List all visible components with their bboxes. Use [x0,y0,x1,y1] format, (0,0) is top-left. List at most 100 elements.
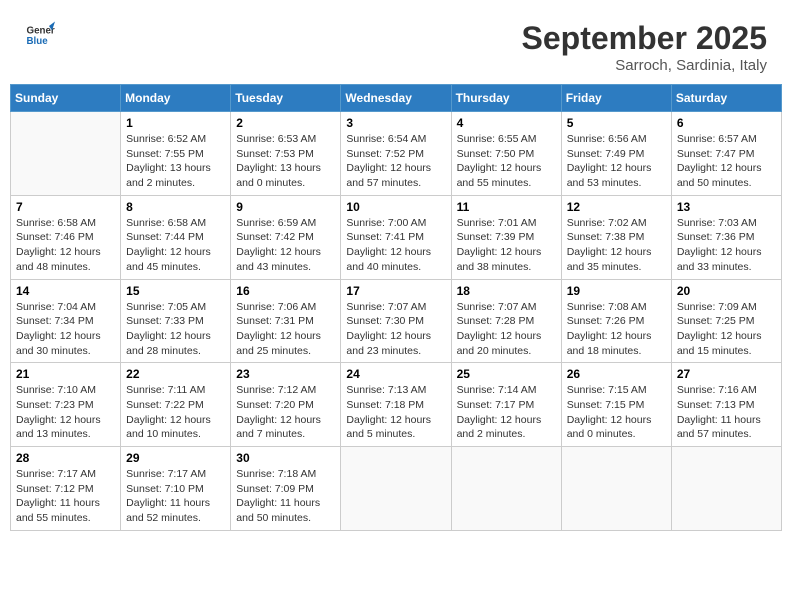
calendar-cell [11,112,121,196]
calendar-cell: 6 Sunrise: 6:57 AM Sunset: 7:47 PM Daylig… [671,112,781,196]
day-number: 10 [346,200,445,214]
calendar-cell: 28 Sunrise: 7:17 AM Sunset: 7:12 PM Dayli… [11,447,121,531]
day-number: 20 [677,284,776,298]
day-info: Sunrise: 6:58 AM Sunset: 7:44 PM Dayligh… [126,216,225,275]
day-info: Sunrise: 6:54 AM Sunset: 7:52 PM Dayligh… [346,132,445,191]
calendar-cell: 15 Sunrise: 7:05 AM Sunset: 7:33 PM Dayli… [121,279,231,363]
calendar-cell: 21Sunrise: 7:10 AM Sunset: 7:23 PM Dayli… [11,363,121,447]
day-number: 6 [677,116,776,130]
calendar-week-row: 21Sunrise: 7:10 AM Sunset: 7:23 PM Dayli… [11,363,782,447]
calendar-cell [451,447,561,531]
day-header-sunday: Sunday [11,85,121,112]
day-info: Sunrise: 7:07 AM Sunset: 7:28 PM Dayligh… [457,300,556,359]
calendar-cell: 22 Sunrise: 7:11 AM Sunset: 7:22 PM Dayli… [121,363,231,447]
day-number: 13 [677,200,776,214]
day-info: Sunrise: 7:13 AM Sunset: 7:18 PM Dayligh… [346,383,445,442]
day-info: Sunrise: 6:53 AM Sunset: 7:53 PM Dayligh… [236,132,335,191]
calendar-cell: 29 Sunrise: 7:17 AM Sunset: 7:10 PM Dayli… [121,447,231,531]
day-number: 22 [126,367,225,381]
day-number: 3 [346,116,445,130]
calendar-cell: 27 Sunrise: 7:16 AM Sunset: 7:13 PM Dayli… [671,363,781,447]
calendar-cell: 13 Sunrise: 7:03 AM Sunset: 7:36 PM Dayli… [671,195,781,279]
calendar-cell: 5 Sunrise: 6:56 AM Sunset: 7:49 PM Daylig… [561,112,671,196]
day-number: 18 [457,284,556,298]
location-subtitle: Sarroch, Sardinia, Italy [522,57,767,74]
day-info: Sunrise: 7:15 AM Sunset: 7:15 PM Dayligh… [567,383,666,442]
day-number: 2 [236,116,335,130]
calendar-cell: 1 Sunrise: 6:52 AM Sunset: 7:55 PM Daylig… [121,112,231,196]
day-info: Sunrise: 6:58 AM Sunset: 7:46 PM Dayligh… [16,216,115,275]
logo: General Blue [25,20,55,50]
calendar-table: SundayMondayTuesdayWednesdayThursdayFrid… [10,84,782,531]
calendar-cell: 20 Sunrise: 7:09 AM Sunset: 7:25 PM Dayli… [671,279,781,363]
calendar-week-row: 7 Sunrise: 6:58 AM Sunset: 7:46 PM Daylig… [11,195,782,279]
calendar-cell: 18 Sunrise: 7:07 AM Sunset: 7:28 PM Dayli… [451,279,561,363]
calendar-week-row: 1 Sunrise: 6:52 AM Sunset: 7:55 PM Daylig… [11,112,782,196]
calendar-cell: 16 Sunrise: 7:06 AM Sunset: 7:31 PM Dayli… [231,279,341,363]
calendar-cell: 17Sunrise: 7:07 AM Sunset: 7:30 PM Dayli… [341,279,451,363]
day-number: 17 [346,284,445,298]
day-info: Sunrise: 7:03 AM Sunset: 7:36 PM Dayligh… [677,216,776,275]
day-number: 7 [16,200,115,214]
title-area: September 2025 Sarroch, Sardinia, Italy [522,20,767,74]
month-title: September 2025 [522,20,767,57]
day-number: 16 [236,284,335,298]
day-info: Sunrise: 7:10 AM Sunset: 7:23 PM Dayligh… [16,383,115,442]
calendar-cell: 23 Sunrise: 7:12 AM Sunset: 7:20 PM Dayli… [231,363,341,447]
day-info: Sunrise: 6:56 AM Sunset: 7:49 PM Dayligh… [567,132,666,191]
day-info: Sunrise: 7:11 AM Sunset: 7:22 PM Dayligh… [126,383,225,442]
day-info: Sunrise: 7:06 AM Sunset: 7:31 PM Dayligh… [236,300,335,359]
calendar-week-row: 28 Sunrise: 7:17 AM Sunset: 7:12 PM Dayli… [11,447,782,531]
calendar-cell: 11 Sunrise: 7:01 AM Sunset: 7:39 PM Dayli… [451,195,561,279]
day-info: Sunrise: 7:16 AM Sunset: 7:13 PM Dayligh… [677,383,776,442]
day-number: 27 [677,367,776,381]
day-info: Sunrise: 7:00 AM Sunset: 7:41 PM Dayligh… [346,216,445,275]
calendar-cell: 10 Sunrise: 7:00 AM Sunset: 7:41 PM Dayli… [341,195,451,279]
calendar-cell: 2 Sunrise: 6:53 AM Sunset: 7:53 PM Daylig… [231,112,341,196]
calendar-cell: 3 Sunrise: 6:54 AM Sunset: 7:52 PM Daylig… [341,112,451,196]
day-info: Sunrise: 7:01 AM Sunset: 7:39 PM Dayligh… [457,216,556,275]
day-info: Sunrise: 7:08 AM Sunset: 7:26 PM Dayligh… [567,300,666,359]
day-header-thursday: Thursday [451,85,561,112]
day-info: Sunrise: 7:14 AM Sunset: 7:17 PM Dayligh… [457,383,556,442]
calendar-cell [671,447,781,531]
day-info: Sunrise: 6:52 AM Sunset: 7:55 PM Dayligh… [126,132,225,191]
day-info: Sunrise: 6:57 AM Sunset: 7:47 PM Dayligh… [677,132,776,191]
calendar-cell: 25 Sunrise: 7:14 AM Sunset: 7:17 PM Dayli… [451,363,561,447]
day-info: Sunrise: 6:55 AM Sunset: 7:50 PM Dayligh… [457,132,556,191]
day-number: 23 [236,367,335,381]
calendar-cell: 24Sunrise: 7:13 AM Sunset: 7:18 PM Dayli… [341,363,451,447]
calendar-cell [341,447,451,531]
calendar-cell: 19 Sunrise: 7:08 AM Sunset: 7:26 PM Dayli… [561,279,671,363]
day-number: 11 [457,200,556,214]
calendar-cell: 26 Sunrise: 7:15 AM Sunset: 7:15 PM Dayli… [561,363,671,447]
day-number: 1 [126,116,225,130]
day-number: 29 [126,451,225,465]
calendar-cell: 8Sunrise: 6:58 AM Sunset: 7:44 PM Daylig… [121,195,231,279]
day-header-friday: Friday [561,85,671,112]
day-info: Sunrise: 7:09 AM Sunset: 7:25 PM Dayligh… [677,300,776,359]
day-number: 9 [236,200,335,214]
day-info: Sunrise: 7:17 AM Sunset: 7:10 PM Dayligh… [126,467,225,526]
day-number: 30 [236,451,335,465]
day-number: 26 [567,367,666,381]
logo-icon: General Blue [25,20,55,50]
day-info: Sunrise: 7:12 AM Sunset: 7:20 PM Dayligh… [236,383,335,442]
day-number: 25 [457,367,556,381]
day-info: Sunrise: 7:17 AM Sunset: 7:12 PM Dayligh… [16,467,115,526]
day-number: 5 [567,116,666,130]
day-info: Sunrise: 7:05 AM Sunset: 7:33 PM Dayligh… [126,300,225,359]
day-number: 14 [16,284,115,298]
calendar-week-row: 14Sunrise: 7:04 AM Sunset: 7:34 PM Dayli… [11,279,782,363]
day-number: 12 [567,200,666,214]
page-header: General Blue September 2025 Sarroch, Sar… [10,10,782,79]
day-info: Sunrise: 7:18 AM Sunset: 7:09 PM Dayligh… [236,467,335,526]
calendar-cell: 14Sunrise: 7:04 AM Sunset: 7:34 PM Dayli… [11,279,121,363]
calendar-cell: 30 Sunrise: 7:18 AM Sunset: 7:09 PM Dayli… [231,447,341,531]
calendar-cell: 9 Sunrise: 6:59 AM Sunset: 7:42 PM Daylig… [231,195,341,279]
day-number: 28 [16,451,115,465]
calendar-cell: 4Sunrise: 6:55 AM Sunset: 7:50 PM Daylig… [451,112,561,196]
day-number: 15 [126,284,225,298]
day-info: Sunrise: 6:59 AM Sunset: 7:42 PM Dayligh… [236,216,335,275]
day-number: 19 [567,284,666,298]
